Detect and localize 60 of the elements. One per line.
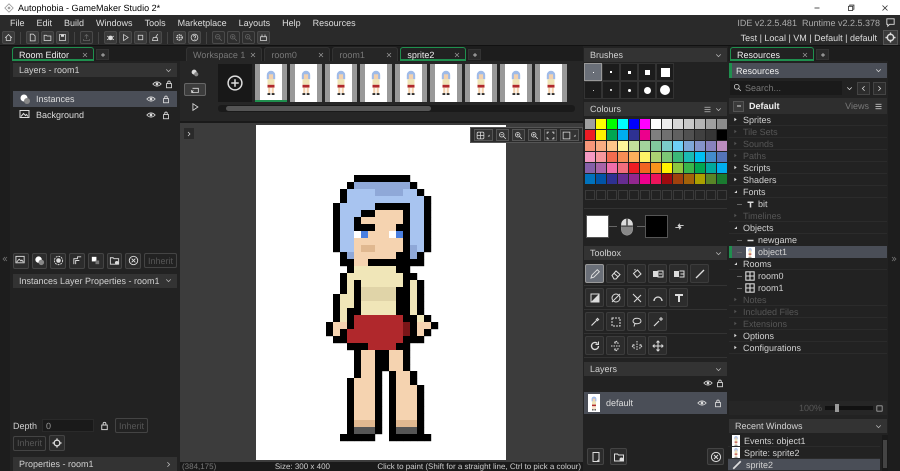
properties-title: Properties - room1 [19, 459, 94, 469]
brushes-header[interactable]: Brushes [584, 48, 727, 62]
layers-title: Layers - room1 [19, 65, 80, 75]
resource-group[interactable]: Scripts [729, 162, 887, 174]
menu-item[interactable]: File [4, 15, 31, 30]
brushes-title: Brushes [590, 50, 624, 60]
sprite-size: Size: 300 x 400 [274, 462, 331, 471]
layer-row[interactable]: Background [13, 107, 177, 123]
depth-field[interactable]: 0 [42, 419, 94, 432]
colours-title: Colours [590, 104, 622, 114]
menu-item[interactable]: Build [58, 15, 90, 30]
depth-label: Depth [13, 420, 38, 430]
properties-header[interactable]: Properties - room1 [13, 457, 177, 471]
resource-group[interactable]: Rooms [729, 258, 887, 270]
recent-window-item[interactable]: Events: object1 [728, 435, 880, 447]
resource-group[interactable]: Fonts [729, 186, 887, 198]
search-field[interactable]: Search... [730, 81, 842, 95]
menu-item[interactable]: Windows [90, 15, 139, 30]
toolbox-header[interactable]: Toolbox [584, 246, 727, 260]
room-editor-tab[interactable]: Room Editor [12, 47, 94, 61]
layers-title: Layers [590, 364, 618, 374]
menu-item[interactable]: Edit [30, 15, 58, 30]
layer-row[interactable]: default [584, 392, 727, 414]
resource-group[interactable]: Shaders [729, 174, 887, 186]
resources-title: Resources [736, 66, 780, 76]
resource-group[interactable]: Options [729, 330, 887, 342]
cursor-position: (384,175) [182, 462, 218, 471]
layer-properties-header[interactable]: Instances Layer Properties - room1 [13, 274, 177, 288]
resource-item[interactable]: bit [729, 198, 887, 210]
resources-header[interactable]: Resources [729, 63, 887, 78]
ide-version: IDE v2.2.5.481 [737, 18, 797, 28]
status-hint: Click to paint (Shift for a straight line, Ctrl to pick a colour) [377, 462, 581, 471]
resource-group[interactable]: Configurations [729, 342, 887, 354]
target-selector[interactable]: Test | Local | VM | Default | default [740, 32, 877, 42]
menu-item[interactable]: Marketplace [172, 15, 233, 30]
views-label: Views [845, 101, 869, 111]
runtime-version: Runtime v2.2.5.378 [802, 18, 880, 28]
resource-item[interactable]: room0 [729, 270, 887, 282]
resource-item[interactable]: room1 [729, 282, 887, 294]
menu-item[interactable]: Help [276, 15, 307, 30]
menu-item[interactable]: Layouts [232, 15, 276, 30]
colours-header[interactable]: Colours [584, 102, 727, 116]
layers-header[interactable]: Layers - room1 [13, 63, 177, 77]
window-title: Autophobia - GameMaker Studio 2* [18, 2, 160, 12]
menu-item[interactable]: Resources [306, 15, 362, 30]
toolbox-title: Toolbox [590, 248, 622, 258]
recent-window-item[interactable]: sprite2 [728, 459, 880, 471]
recent-windows-header[interactable]: Recent Windows [729, 419, 887, 433]
resource-item[interactable]: object1 [729, 246, 887, 258]
recent-windows-title: Recent Windows [735, 421, 803, 431]
group-name: Default [749, 101, 781, 111]
layer-properties-title: Instances Layer Properties - room1 [19, 276, 160, 286]
resources-tab[interactable]: Resources [730, 47, 814, 61]
resource-group[interactable]: Sprites [729, 114, 887, 126]
menu-item[interactable]: Tools [138, 15, 172, 30]
layers-header[interactable]: Layers [584, 362, 727, 376]
document-tab[interactable]: sprite2 [400, 47, 466, 61]
resource-item[interactable]: newgame [729, 234, 887, 246]
resource-group[interactable]: Objects [729, 222, 887, 234]
layer-row[interactable]: Instances [13, 91, 177, 107]
